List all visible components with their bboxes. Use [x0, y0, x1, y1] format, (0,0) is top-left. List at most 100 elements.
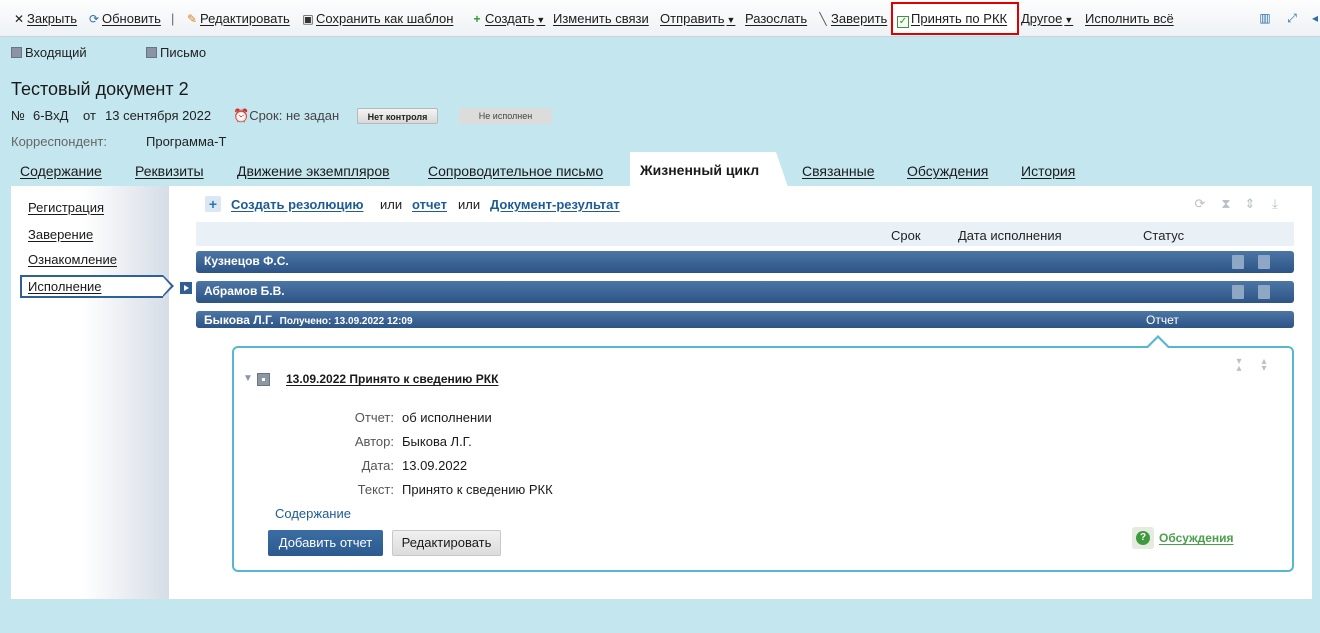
tab-history[interactable]: История: [1021, 162, 1075, 180]
edit-document-icon[interactable]: [1232, 285, 1244, 299]
pencil-icon: ✎: [186, 12, 198, 26]
report-title[interactable]: 13.09.2022 Принято к сведению РКК: [286, 372, 498, 386]
row-status: Отчет: [1146, 313, 1179, 327]
collapse-icon[interactable]: ▾ ▴: [1233, 357, 1245, 374]
certify-button[interactable]: ╲ Заверить: [816, 10, 887, 28]
report-link[interactable]: отчет: [412, 196, 447, 214]
document-icon[interactable]: [1258, 255, 1270, 269]
change-links-button[interactable]: Изменить связи: [553, 10, 649, 28]
tab-requisites[interactable]: Реквизиты: [135, 162, 204, 180]
sidebar-item-certification[interactable]: Заверение: [28, 227, 93, 242]
refresh-icon: ⟳: [88, 12, 100, 26]
lifecycle-sidebar: [11, 186, 169, 599]
doc-number: 6-ВхД: [33, 108, 69, 123]
chevron-down-icon: ▼: [536, 15, 546, 25]
discussions-link[interactable]: Обсуждения: [1159, 531, 1234, 545]
collapse-all-icon[interactable]: ⧗: [1218, 196, 1234, 212]
sidebar-item-registration[interactable]: Регистрация: [28, 200, 104, 215]
column-deadline: Срок: [891, 228, 921, 243]
accept-rkk-button[interactable]: ✓ Принять по РКК: [897, 10, 1007, 28]
alarm-clock-icon: ⏰: [233, 108, 250, 123]
help-icon[interactable]: [1132, 527, 1154, 549]
tab-discussions[interactable]: Обсуждения: [907, 162, 988, 180]
refresh-button[interactable]: ⟳ Обновить: [87, 10, 161, 28]
document-icon[interactable]: [1258, 285, 1270, 299]
square-icon: [11, 47, 22, 58]
toolbar-divider: |: [171, 11, 175, 26]
executor-name: Быкова Л.Г. Получено: 13.09.2022 12:09: [204, 313, 413, 327]
doc-date-prefix: от: [83, 108, 96, 123]
doc-kind-chip[interactable]: Письмо: [146, 45, 206, 61]
result-document-link[interactable]: Документ-результат: [490, 196, 620, 214]
column-status: Статус: [1143, 228, 1185, 243]
close-icon: ✕: [13, 12, 25, 26]
text-value: Принято к сведению РКК: [402, 482, 553, 497]
table-row[interactable]: Кузнецов Ф.С.: [196, 251, 1294, 273]
stylus-icon: ╲: [819, 12, 827, 26]
correspondent-value: Программа-Т: [146, 134, 227, 149]
or-text: или: [380, 197, 403, 212]
chevron-down-icon[interactable]: ▼: [243, 373, 253, 384]
table-row[interactable]: Быкова Л.Г. Получено: 13.09.2022 12:09 От…: [196, 311, 1294, 328]
edit-document-icon[interactable]: [1232, 255, 1244, 269]
correspondent-label: Корреспондент:: [11, 134, 108, 149]
received-date: Получено: 13.09.2022 12:09: [279, 316, 413, 327]
table-header: [196, 222, 1294, 246]
sidebar-item-execution[interactable]: Исполнение: [28, 279, 102, 294]
close-button[interactable]: ✕ Закрыть: [12, 10, 77, 28]
date-label: Дата:: [361, 458, 394, 473]
plus-icon: +: [473, 12, 481, 26]
doc-type-chip[interactable]: Входящий: [11, 45, 87, 61]
column-exec-date: Дата исполнения: [958, 228, 1062, 243]
floppy-disk-icon: ▣: [302, 12, 314, 26]
execution-status-badge: Не исполнен: [459, 108, 552, 124]
or-text: или: [458, 197, 481, 212]
author-value: Быкова Л.Г.: [402, 434, 472, 449]
tab-content[interactable]: Содержание: [20, 162, 102, 180]
doc-date: 13 сентября 2022: [105, 108, 212, 123]
control-status-badge: Нет контроля: [357, 108, 438, 124]
refresh-icon[interactable]: ⟳: [1192, 196, 1208, 212]
save-as-template-button[interactable]: ▣ Сохранить как шаблон: [301, 10, 453, 28]
play-icon[interactable]: [180, 282, 192, 294]
chevron-down-icon: ▼: [1064, 15, 1074, 25]
edit-button[interactable]: ✎ Редактировать: [185, 10, 290, 28]
report-field-value: об исполнении: [402, 410, 492, 425]
executor-name: Абрамов Б.В.: [204, 284, 285, 298]
menu-square-icon[interactable]: [257, 373, 270, 386]
chevron-down-icon: ▼: [726, 15, 736, 25]
edit-report-button[interactable]: Редактировать: [392, 530, 501, 556]
content-link[interactable]: Содержание: [275, 506, 351, 521]
create-dropdown[interactable]: + Создать ▼: [470, 10, 545, 28]
add-icon[interactable]: +: [205, 196, 221, 212]
tab-lifecycle[interactable]: Жизненный цикл: [640, 162, 759, 178]
send-dropdown[interactable]: Отправить ▼: [660, 10, 735, 28]
add-report-button[interactable]: Добавить отчет: [268, 530, 383, 556]
table-row[interactable]: Абрамов Б.В.: [196, 281, 1294, 303]
create-resolution-link[interactable]: Создать резолюцию: [231, 196, 363, 214]
sidebar-item-acquaintance[interactable]: Ознакомление: [28, 252, 117, 267]
collapse-left-icon[interactable]: ◂: [1310, 11, 1320, 25]
text-label: Текст:: [357, 482, 394, 497]
distribute-button[interactable]: Разослать: [745, 10, 807, 28]
doc-number-prefix: №: [11, 108, 25, 123]
download-icon[interactable]: ⤓: [1267, 196, 1283, 212]
tab-cover-letter[interactable]: Сопроводительное письмо: [428, 162, 603, 180]
author-label: Автор:: [354, 434, 394, 449]
report-field-label: Отчет:: [354, 410, 394, 425]
square-icon: [146, 47, 157, 58]
page-title: Тестовый документ 2: [11, 79, 189, 99]
date-value: 13.09.2022: [402, 458, 468, 473]
execute-all-button[interactable]: Исполнить всё: [1085, 10, 1174, 28]
deadline-info: ⏰Срок: не задан: [233, 108, 340, 123]
checkbox-icon: ✓: [897, 16, 909, 28]
other-dropdown[interactable]: Другое ▼: [1021, 10, 1073, 28]
tab-related[interactable]: Связанные: [802, 162, 875, 180]
expand-icon[interactable]: ▴ ▾: [1258, 357, 1270, 374]
fullscreen-icon[interactable]: ⤢: [1285, 11, 1299, 25]
callout-pointer-inner: [1148, 338, 1168, 348]
expand-collapse-icon[interactable]: ⇕: [1242, 196, 1258, 212]
executor-name: Кузнецов Ф.С.: [204, 254, 289, 268]
layout-panel-icon[interactable]: ▥: [1258, 11, 1272, 25]
tab-copies-movement[interactable]: Движение экземпляров: [237, 162, 390, 180]
